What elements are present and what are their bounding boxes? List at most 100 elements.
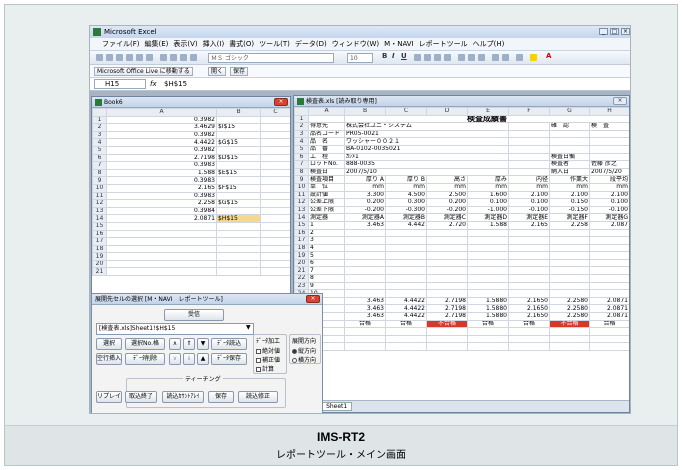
data-cell[interactable] <box>426 236 468 245</box>
cell-c[interactable] <box>260 259 290 269</box>
cell-c[interactable] <box>260 153 290 163</box>
stat-cell[interactable]: 2.2580 <box>549 312 590 321</box>
data-cell[interactable] <box>549 228 590 238</box>
spec-cell[interactable]: -0.150 <box>549 205 590 215</box>
cell-c[interactable] <box>260 123 290 132</box>
row-header[interactable]: 2 <box>294 122 309 131</box>
spec-cell[interactable]: -0.300 <box>385 205 427 215</box>
row-header[interactable]: 14 <box>294 213 309 222</box>
cell-a[interactable]: 2.7198 <box>106 153 217 163</box>
row-label[interactable]: 3 <box>308 236 345 245</box>
currency-icon[interactable] <box>458 54 465 61</box>
data-cell[interactable] <box>467 266 509 276</box>
cell-c[interactable] <box>260 214 290 223</box>
cell-b[interactable]: $I$15 <box>216 123 261 132</box>
row-header[interactable]: 20 <box>92 259 107 269</box>
indent-icon[interactable] <box>492 54 499 61</box>
column-header[interactable]: E <box>467 107 509 116</box>
stat-cell[interactable]: 2.1650 <box>508 312 550 321</box>
align-right-icon[interactable] <box>434 54 441 61</box>
stat-cell[interactable]: 2.2580 <box>549 296 590 306</box>
data-cell[interactable] <box>549 236 590 245</box>
row-header[interactable]: 11 <box>92 191 107 201</box>
minimize-button[interactable]: _ <box>599 28 608 35</box>
data-cell[interactable] <box>385 274 427 283</box>
stat-cell[interactable]: 2.7198 <box>426 312 468 321</box>
data-cell[interactable] <box>549 251 590 260</box>
cell-b[interactable] <box>216 267 261 277</box>
column-header[interactable]: A <box>106 108 217 117</box>
cell[interactable]: mm <box>589 182 629 192</box>
data-cell[interactable] <box>426 243 468 253</box>
field-label[interactable]: 工 程 <box>308 152 345 162</box>
row-header[interactable]: 14 <box>92 214 107 223</box>
cell-c[interactable] <box>260 229 290 239</box>
judge-cell[interactable]: 不合格 <box>549 319 590 329</box>
stat-cell[interactable]: 4.4422 <box>385 304 427 314</box>
field-value[interactable]: PR05-0021 <box>344 129 509 139</box>
spec-cell[interactable]: 0.100 <box>508 198 550 207</box>
replay-button[interactable]: リプレイ <box>96 391 122 403</box>
data-cell[interactable] <box>385 236 427 245</box>
row-label[interactable]: 4 <box>308 243 345 253</box>
row-header[interactable]: 22 <box>294 274 309 283</box>
cell[interactable]: 厚み <box>467 175 509 184</box>
cell-b[interactable]: $G$15 <box>216 199 261 208</box>
down-arrow-button[interactable]: ∨ <box>169 353 181 365</box>
data-cell[interactable] <box>426 266 468 276</box>
field-value[interactable]: 2007/5/10 <box>344 167 509 177</box>
data-cell[interactable] <box>344 281 386 291</box>
menu-item[interactable]: レポートツール <box>419 40 468 48</box>
cell[interactable] <box>549 327 590 336</box>
data-cell[interactable]: 2.165 <box>508 220 550 230</box>
data-cell[interactable] <box>508 266 550 276</box>
open-icon[interactable] <box>106 54 113 61</box>
sheet-tab[interactable]: Sheet1 <box>321 402 353 411</box>
spec-cell[interactable]: 2.100 <box>549 190 590 200</box>
redo-icon[interactable] <box>170 54 177 61</box>
spec-cell[interactable]: 0.300 <box>385 198 427 207</box>
cell-b[interactable] <box>216 252 261 261</box>
data-cell[interactable] <box>589 228 629 238</box>
bottom-arrow-button[interactable]: ⇓ <box>183 353 195 365</box>
align-center-icon[interactable] <box>424 54 431 61</box>
cell[interactable] <box>467 342 509 351</box>
cell[interactable]: 高さ <box>426 175 468 184</box>
cell-g[interactable]: 検査日備 <box>549 152 590 162</box>
cell-a[interactable]: 0.3984 <box>106 206 217 216</box>
cell-b[interactable] <box>216 161 261 170</box>
row-header[interactable]: 18 <box>294 243 309 253</box>
spec-cell[interactable]: 3.300 <box>344 190 386 200</box>
first-button[interactable]: ▼ <box>197 338 209 350</box>
cell-g[interactable]: 確 認 <box>549 122 590 131</box>
cell-b[interactable]: $F$15 <box>216 183 261 193</box>
cell-h[interactable] <box>589 137 629 146</box>
cell-a[interactable]: 2.165 <box>106 183 217 193</box>
cell[interactable] <box>344 334 386 344</box>
dialog-close-button[interactable]: × <box>306 295 320 303</box>
cell[interactable]: 測定器G <box>589 213 629 222</box>
data-cell[interactable] <box>385 289 427 298</box>
row-header[interactable]: 1 <box>294 114 309 124</box>
cell-a[interactable]: 2.258 <box>106 199 217 208</box>
cell-a[interactable]: 0.3982 <box>106 130 217 140</box>
data-read-button[interactable]: ﾃﾞｰﾀ読込 <box>211 338 247 350</box>
menu-item[interactable]: ファイル(F) <box>102 40 140 48</box>
cell[interactable] <box>508 137 550 146</box>
spec-cell[interactable]: -0.200 <box>344 205 386 215</box>
data-delete-button[interactable]: ﾃﾞｰﾀ削除 <box>125 353 165 365</box>
data-cell[interactable] <box>589 289 629 298</box>
column-header[interactable]: B <box>344 107 386 116</box>
data-cell[interactable] <box>589 274 629 283</box>
outdent-icon[interactable] <box>502 54 509 61</box>
field-value[interactable]: 888-0035 <box>344 160 509 169</box>
cell-c[interactable] <box>260 138 290 147</box>
stat-cell[interactable]: 2.1650 <box>508 304 550 314</box>
percent-icon[interactable] <box>468 54 475 61</box>
cell-b[interactable]: $D$15 <box>216 153 261 163</box>
data-cell[interactable] <box>589 258 629 268</box>
data-cell[interactable] <box>344 274 386 283</box>
data-save-button[interactable]: ﾃﾞｰﾀ保存 <box>211 353 247 365</box>
data-cell[interactable] <box>426 258 468 268</box>
cell[interactable]: mm <box>344 182 386 192</box>
